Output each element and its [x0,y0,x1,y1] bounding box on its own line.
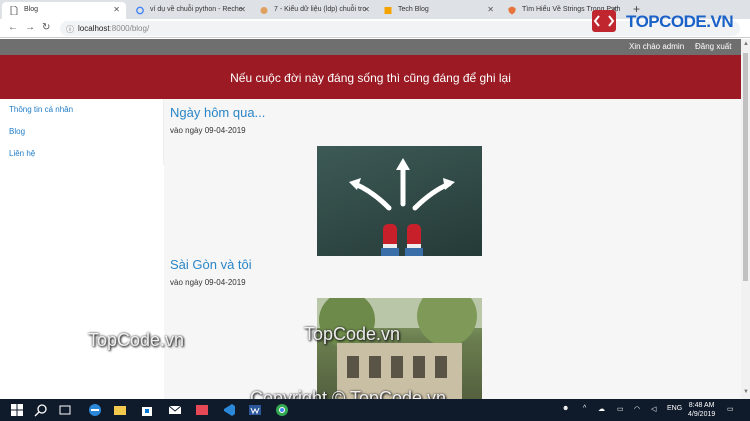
greeting-text: Xin chào admin [629,42,685,51]
url-host: localhost [78,24,110,33]
cloud-icon[interactable]: ☁ [598,405,605,413]
topcode-logo: TOPCODE.VN [590,8,740,34]
tab-label: ví dụ về chuỗi python - Reche [150,6,243,13]
tab-python-search[interactable]: ví dụ về chuỗi python - Reche ✕ [128,2,252,19]
watermark: TopCode.vn [88,330,185,350]
close-icon[interactable]: ✕ [487,5,494,14]
site-banner: Nếu cuộc đời này đáng sống thì cũng đáng… [0,55,741,99]
shield-icon [508,6,516,15]
sidebar-item-blog[interactable]: Blog [9,127,25,136]
clock-date: 4/9/2019 [688,411,716,418]
post-image[interactable] [317,298,482,399]
site-top-nav: Xin chào admin Đăng xuất [0,39,741,55]
tab-label: Tech Blog [398,6,429,13]
store-icon[interactable] [140,403,154,417]
sidebar-item-contact[interactable]: Liên hệ [9,149,35,158]
volume-icon[interactable]: ◁ [651,405,656,413]
search-icon[interactable] [34,403,48,417]
tab-string-lesson[interactable]: 7 - Kiểu dữ liệu (ldp) chuỗi tro ✕ [252,2,376,19]
scroll-up-icon[interactable]: ▲ [743,41,749,47]
vscode-icon[interactable] [222,403,236,417]
app-icon[interactable] [195,403,209,417]
forward-icon[interactable]: → [25,22,35,33]
google-icon [136,6,144,15]
arrows-illustration [349,158,455,256]
notification-icon[interactable]: ▭ [727,405,734,413]
info-icon: ⓘ [66,25,74,34]
folder-icon[interactable] [113,403,127,417]
scroll-down-icon[interactable]: ▼ [743,389,749,395]
blog-icon [384,7,392,14]
reload-icon[interactable]: ↻ [42,22,50,33]
tab-tech-blog[interactable]: Tech Blog ✕ [376,2,500,19]
building-illustration [317,298,482,399]
post-date: vào ngày 09-04-2019 [170,126,246,135]
tab-label: Blog [24,6,39,13]
back-icon[interactable]: ← [8,22,18,33]
post-title[interactable]: Sài Gòn và tôi [170,257,252,272]
close-icon[interactable]: ✕ [239,5,246,14]
banner-title: Nếu cuộc đời này đáng sống thì cũng đáng… [230,71,511,85]
page-icon [10,6,18,15]
edge-icon[interactable] [88,403,102,417]
avatar-icon [260,7,268,14]
windows-start-icon[interactable] [10,403,24,417]
logo-text: TOPCODE.VN [626,12,734,31]
word-icon[interactable] [248,403,262,417]
post-image[interactable] [317,146,482,256]
language-indicator[interactable]: ENG [667,405,682,412]
page-scrollbar[interactable]: ▲ ▼ [741,39,750,399]
watermark: TopCode.vn [304,324,401,344]
sidebar-item-profile[interactable]: Thông tin cá nhân [9,105,73,114]
post-title[interactable]: Ngày hôm qua... [170,105,265,120]
close-icon[interactable]: ✕ [113,5,120,14]
sidebar: Thông tin cá nhân Blog Liên hệ [0,99,164,165]
scroll-thumb[interactable] [743,53,748,281]
people-icon[interactable]: ☻ [562,405,569,412]
tab-blog[interactable]: Blog ✕ [2,2,126,19]
system-clock[interactable]: 8:48 AM 4/9/2019 [688,401,715,419]
clock-time: 8:48 AM [688,402,715,409]
task-view-icon[interactable] [58,403,72,417]
logo-mark-icon [592,10,616,32]
chevron-up-icon[interactable]: ^ [583,405,586,412]
chrome-icon[interactable] [275,403,289,417]
post-list: Ngày hôm qua... vào ngày 09-04-2019 Sài … [164,99,741,399]
url-path: :8000/blog/ [109,24,150,33]
battery-icon[interactable]: ▭ [617,405,624,413]
close-icon[interactable]: ✕ [363,5,370,14]
mail-icon[interactable] [168,403,182,417]
windows-taskbar: ☻ ^ ☁ ▭ ◠ ◁ ENG 8:48 AM 4/9/2019 ▭ [0,399,750,421]
tab-label: 7 - Kiểu dữ liệu (ldp) chuỗi tro [274,6,367,13]
post-date: vào ngày 09-04-2019 [170,278,246,287]
logout-link[interactable]: Đăng xuất [695,42,731,51]
wifi-icon[interactable]: ◠ [634,405,640,413]
